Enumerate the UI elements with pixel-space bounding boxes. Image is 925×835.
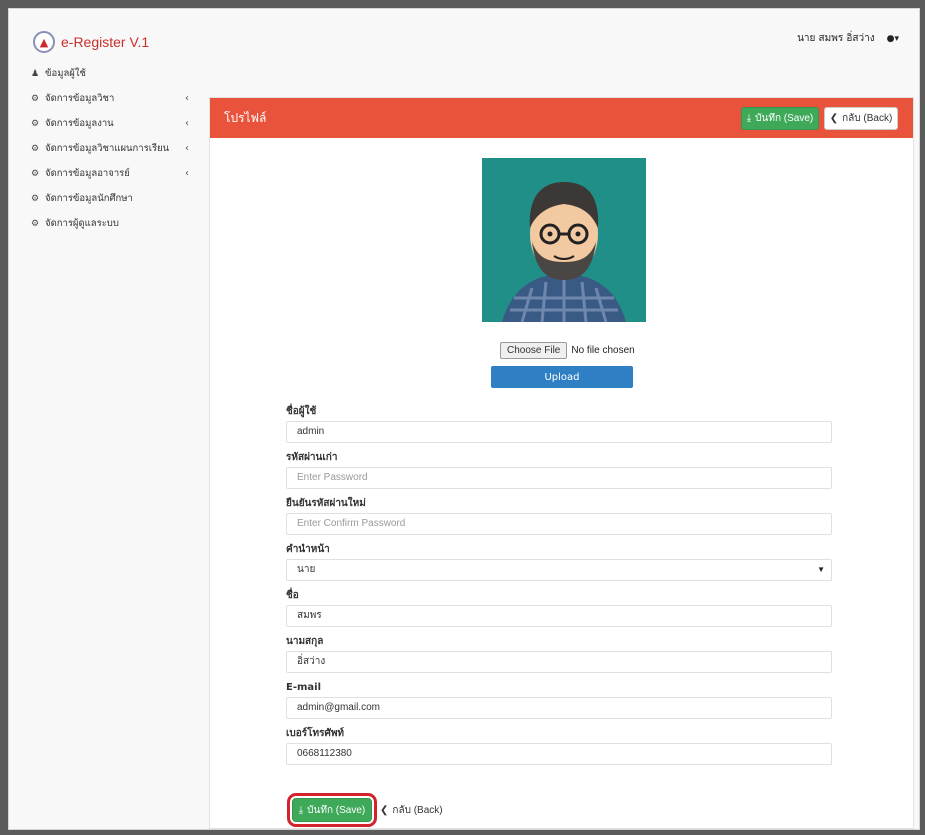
first-name-input[interactable]: สมพร (286, 605, 832, 627)
chevron-left-icon: ‹ (185, 143, 189, 154)
top-navbar: ▲ e-Register V.1 นาย สมพร อิ่สว่าง ●▾ (9, 9, 919, 59)
upload-button[interactable]: Upload (491, 366, 633, 388)
header-back-label: กลับ (Back) (842, 113, 893, 124)
email-input[interactable]: admin@gmail.com (286, 697, 832, 719)
first-name-label: ชื่อ (286, 590, 299, 601)
email-label: E-mail (286, 682, 322, 693)
panel-header: โปรไฟล์ ⤓ บันทึก (Save) ❮ กลับ (Back) (210, 98, 913, 138)
cogs-icon: ⚙ (31, 168, 40, 179)
save-button[interactable]: ⤓ บันทึก (Save) (287, 793, 377, 827)
sidebar-item-teachers[interactable]: ⚙ จัดการข้อมูลอาจารย์ ‹ (27, 161, 197, 186)
brand[interactable]: ▲ e-Register V.1 (33, 31, 149, 53)
sidebar-item-subjects[interactable]: ⚙ จัดการข้อมูลวิชา ‹ (27, 86, 197, 111)
sidebar-item-study-plan[interactable]: ⚙ จัดการข้อมูลวิชาแผนการเรียน ‹ (27, 136, 197, 161)
sidebar-item-label: จัดการข้อมูลวิชา (45, 93, 115, 104)
header-save-label: บันทึก (Save) (755, 113, 814, 124)
download-icon: ⤓ (298, 804, 304, 816)
cogs-icon: ⚙ (31, 118, 40, 129)
back-label: กลับ (Back) (392, 804, 443, 816)
first-name-field-group: ชื่อ สมพร (286, 587, 832, 627)
cogs-icon: ⚙ (31, 143, 40, 154)
sidebar-item-label: จัดการข้อมูลวิชาแผนการเรียน (45, 143, 170, 154)
cogs-icon: ⚙ (31, 218, 40, 229)
sidebar-item-label: จัดการข้อมูลอาจารย์ (45, 168, 130, 179)
panel-title: โปรไฟล์ (224, 111, 267, 125)
users-icon: ♟ (31, 68, 40, 79)
prefix-field-group: คำนำหน้า นาย ▼ (286, 541, 832, 581)
form-actions: ⤓ บันทึก (Save) ❮ กลับ (Back) (287, 793, 443, 827)
username-input[interactable]: admin (286, 421, 832, 443)
old-password-input[interactable]: Enter Password (286, 467, 832, 489)
sidebar-item-label: ข้อมูลผู้ใช้ (45, 68, 86, 79)
avatar-illustration (482, 158, 646, 322)
header-save-button[interactable]: ⤓ บันทึก (Save) (741, 107, 819, 130)
cogs-icon: ⚙ (31, 93, 40, 104)
sidebar-item-users[interactable]: ♟ ข้อมูลผู้ใช้ (27, 61, 197, 86)
phone-field-group: เบอร์โทรศัพท์ 0668112380 (286, 725, 832, 765)
user-menu[interactable]: นาย สมพร อิ่สว่าง ●▾ (797, 31, 899, 46)
download-icon: ⤓ (746, 113, 752, 124)
file-status: No file chosen (571, 345, 635, 356)
prefix-value: นาย (297, 564, 316, 575)
header-back-button[interactable]: ❮ กลับ (Back) (824, 107, 898, 130)
page-sheet: ▲ e-Register V.1 นาย สมพร อิ่สว่าง ●▾ ♟ … (8, 8, 920, 830)
prefix-label: คำนำหน้า (286, 544, 330, 555)
sidebar-item-admins[interactable]: ⚙ จัดการผู้ดูแลระบบ (27, 211, 197, 236)
email-field-group: E-mail admin@gmail.com (286, 679, 832, 719)
last-name-input[interactable]: อิ่สว่าง (286, 651, 832, 673)
username-label: ชื่อผู้ใช้ (286, 406, 317, 417)
sidebar-item-students[interactable]: ⚙ จัดการข้อมูลนักศึกษา (27, 186, 197, 211)
sidebar-item-label: จัดการข้อมูลนักศึกษา (45, 193, 133, 204)
chevron-left-icon: ‹ (185, 168, 189, 179)
save-label: บันทึก (Save) (307, 804, 366, 816)
choose-file-button[interactable]: Choose File (500, 342, 568, 359)
profile-form: ชื่อผู้ใช้ admin รหัสผ่านเก่า Enter Pass… (286, 403, 832, 771)
profile-panel: โปรไฟล์ ⤓ บันทึก (Save) ❮ กลับ (Back) Ch… (209, 97, 914, 829)
last-name-field-group: นามสกุล อิ่สว่าง (286, 633, 832, 673)
profile-avatar (482, 158, 646, 322)
confirm-password-field-group: ยืนยันรหัสผ่านใหม่ Enter Confirm Passwor… (286, 495, 832, 535)
prefix-select[interactable]: นาย ▼ (286, 559, 832, 581)
sidebar-item-label: จัดการข้อมูลงาน (45, 118, 114, 129)
confirm-password-input[interactable]: Enter Confirm Password (286, 513, 832, 535)
back-circle-icon: ❮ (380, 804, 389, 816)
sidebar: ♟ ข้อมูลผู้ใช้ ⚙ จัดการข้อมูลวิชา ‹ ⚙ จั… (27, 61, 197, 236)
sidebar-item-jobs[interactable]: ⚙ จัดการข้อมูลงาน ‹ (27, 111, 197, 136)
rocket-icon: ▲ (33, 31, 55, 53)
brand-name: e-Register V.1 (61, 34, 150, 50)
cogs-icon: ⚙ (31, 193, 40, 204)
back-button[interactable]: ❮ กลับ (Back) (380, 803, 443, 818)
username-field-group: ชื่อผู้ใช้ admin (286, 403, 832, 443)
sidebar-item-label: จัดการผู้ดูแลระบบ (45, 218, 119, 229)
confirm-password-label: ยืนยันรหัสผ่านใหม่ (286, 498, 366, 509)
file-picker[interactable]: Choose File No file chosen (500, 342, 635, 359)
chevron-left-icon: ‹ (185, 118, 189, 129)
select-caret-icon: ▼ (817, 565, 825, 574)
old-password-field-group: รหัสผ่านเก่า Enter Password (286, 449, 832, 489)
chevron-left-icon: ‹ (185, 93, 189, 104)
user-dropdown-icon[interactable]: ●▾ (887, 34, 899, 44)
phone-label: เบอร์โทรศัพท์ (286, 728, 345, 739)
last-name-label: นามสกุล (286, 636, 324, 647)
user-name: นาย สมพร อิ่สว่าง (797, 33, 875, 44)
back-circle-icon: ❮ (829, 113, 839, 124)
old-password-label: รหัสผ่านเก่า (286, 452, 338, 463)
phone-input[interactable]: 0668112380 (286, 743, 832, 765)
